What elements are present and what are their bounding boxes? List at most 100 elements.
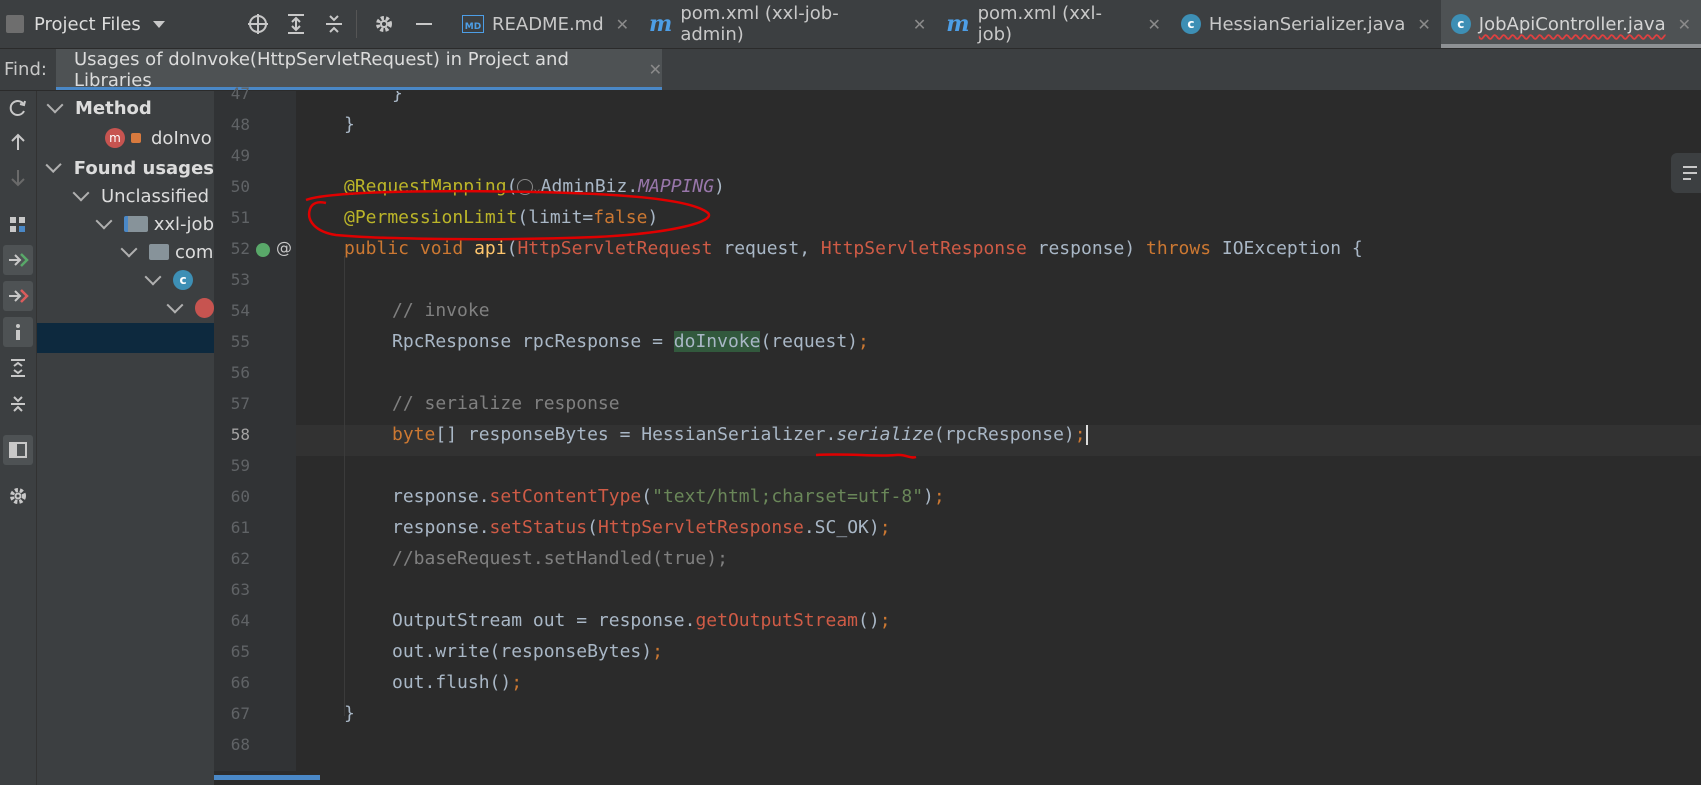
java-class-icon: c: [1180, 14, 1201, 34]
maven-file-icon: m: [946, 11, 970, 37]
tab-label: HessianSerializer.java: [1208, 13, 1406, 35]
close-icon[interactable]: ✕: [616, 15, 629, 34]
toolbar-separator: [356, 10, 357, 38]
java-class-icon: c: [173, 270, 193, 290]
line-number: 52: [230, 239, 250, 258]
tab-label: JobApiController.java: [1478, 13, 1666, 35]
line-number: 64: [230, 611, 250, 630]
line-number: 66: [230, 673, 250, 692]
next-occurrence-icon[interactable]: [3, 163, 33, 193]
close-icon[interactable]: ✕: [1417, 15, 1430, 34]
line-number: 47: [230, 84, 250, 103]
preview-panel-icon[interactable]: [3, 435, 33, 465]
find-results-tab[interactable]: Usages of doInvoke(HttpServletRequest) i…: [56, 48, 662, 91]
previous-occurrence-icon[interactable]: [3, 127, 33, 157]
line-number: 49: [230, 146, 250, 165]
horizontal-scrollbar[interactable]: [214, 771, 1701, 785]
line-number: 50: [230, 177, 250, 196]
tree-node-label: Method: [75, 97, 152, 119]
line-number: 57: [230, 394, 250, 413]
chevron-down-icon: [152, 20, 165, 28]
red-annotation-markup: [305, 189, 917, 459]
tree-node-label: Unclassified: [101, 185, 210, 207]
target-icon[interactable]: [246, 12, 270, 36]
tab-hessian-serializer[interactable]: c HessianSerializer.java ✕: [1171, 0, 1441, 48]
module-folder-icon: [124, 216, 148, 232]
line-number: 58: [230, 425, 250, 444]
find-tab-title: Usages of doInvoke(HttpServletRequest) i…: [74, 48, 569, 91]
usages-tree: Method m doInvo Found usages Unclassifie…: [37, 91, 214, 785]
line-number: 51: [230, 208, 250, 227]
spring-bean-gutter-icon[interactable]: [256, 243, 270, 257]
tree-node-class[interactable]: c: [37, 265, 214, 295]
line-number: 48: [230, 115, 250, 134]
settings-icon[interactable]: [372, 12, 396, 36]
project-view-label: Project Files: [34, 13, 141, 35]
line-number: 65: [230, 642, 250, 661]
tree-node-unclassified[interactable]: Unclassified: [37, 181, 214, 211]
show-read-access-icon[interactable]: [3, 245, 33, 275]
tree-node-module[interactable]: xxl-job: [37, 209, 214, 239]
tree-node-method[interactable]: Method: [37, 93, 214, 123]
find-toolwindow-toolbar: [0, 91, 37, 785]
tree-node-label: Found usages: [73, 157, 214, 179]
tree-node-method-usage[interactable]: [37, 293, 214, 323]
structure-toggle-button[interactable]: [1671, 153, 1701, 193]
package-folder-icon: [149, 244, 169, 260]
line-number: 54: [230, 301, 250, 320]
group-by-module-icon[interactable]: [3, 209, 33, 239]
line-number: 59: [230, 456, 250, 475]
java-class-icon: c: [1450, 14, 1471, 34]
top-toolbar: Project Files MD README.md ✕ m pom.xml (…: [0, 0, 1701, 49]
web-endpoint-gutter-icon[interactable]: @: [276, 238, 292, 257]
close-icon[interactable]: ✕: [913, 15, 926, 34]
line-number: 55: [230, 332, 250, 351]
maven-file-icon: m: [649, 11, 673, 37]
line-number: 67: [230, 704, 250, 723]
tab-pom-job[interactable]: m pom.xml (xxl-job) ✕: [936, 0, 1171, 48]
expand-all-icon[interactable]: [284, 12, 308, 36]
tree-node-package[interactable]: com: [37, 237, 214, 267]
tree-node-method-item[interactable]: m doInvo: [37, 123, 214, 153]
tree-node-label: doInvo: [151, 127, 212, 149]
tree-node-found-usages[interactable]: Found usages: [37, 153, 214, 183]
line-number: 53: [230, 270, 250, 289]
line-number: 63: [230, 580, 250, 599]
line-number-gutter: 47 48 49 50 51 52 53 54 55 56 57 58 59 6…: [214, 84, 296, 771]
editor-tabs: MD README.md ✕ m pom.xml (xxl-job-admin)…: [452, 0, 1701, 48]
line-number: 56: [230, 363, 250, 382]
minimize-icon[interactable]: [412, 12, 436, 36]
scrollbar-thumb[interactable]: [214, 775, 320, 780]
project-view-icon: [6, 15, 24, 33]
tree-node-usage-selected[interactable]: [37, 323, 214, 353]
settings-icon[interactable]: [3, 481, 33, 511]
info-icon[interactable]: [3, 317, 33, 347]
tree-node-label: com: [175, 241, 214, 263]
line-number: 61: [230, 518, 250, 537]
lock-icon: [131, 133, 141, 143]
tree-node-label: xxl-job: [153, 213, 214, 235]
tab-job-api-controller[interactable]: c JobApiController.java ✕: [1440, 0, 1701, 48]
line-number: 62: [230, 549, 250, 568]
collapse-all-icon[interactable]: [322, 12, 346, 36]
markdown-file-icon: MD: [462, 15, 484, 33]
tab-readme[interactable]: MD README.md ✕: [452, 0, 639, 48]
close-icon[interactable]: ✕: [1678, 15, 1691, 34]
tab-label: pom.xml (xxl-job-admin): [680, 3, 839, 45]
find-bar: Find: Usages of doInvoke(HttpServletRequ…: [0, 49, 1701, 91]
show-write-access-icon[interactable]: [3, 281, 33, 311]
tab-pom-admin[interactable]: m pom.xml (xxl-job-admin) ✕: [639, 0, 936, 48]
project-view-selector[interactable]: Project Files: [0, 0, 165, 48]
expand-all-icon[interactable]: [3, 353, 33, 383]
collapse-all-icon[interactable]: [3, 389, 33, 419]
rerun-icon[interactable]: [3, 93, 33, 123]
close-icon[interactable]: ✕: [1148, 15, 1161, 34]
method-icon: m: [105, 128, 125, 148]
tab-label: README.md: [492, 13, 604, 35]
code-editor[interactable]: } } @RequestMapping(⌄AdminBiz.MAPPING) @…: [296, 91, 1701, 771]
line-number: 60: [230, 487, 250, 506]
close-icon[interactable]: ✕: [649, 60, 662, 79]
find-label: Find:: [4, 59, 47, 80]
line-number: 68: [230, 735, 250, 754]
tab-label: pom.xml (xxl-job): [977, 3, 1103, 45]
